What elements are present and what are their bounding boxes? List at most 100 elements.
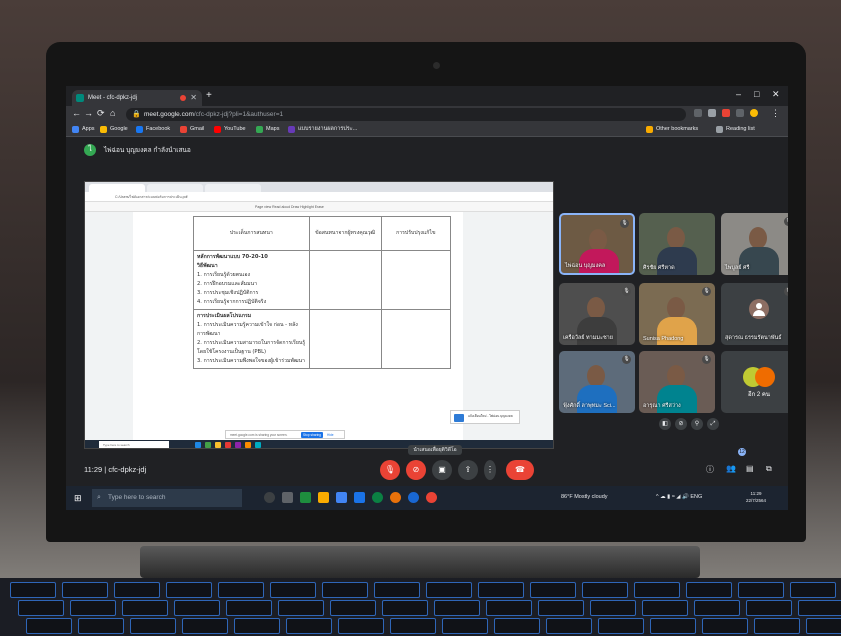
puzzle-icon[interactable] — [736, 109, 744, 117]
bookmark-google[interactable]: Google — [100, 125, 128, 134]
edge-icon[interactable] — [372, 492, 383, 503]
participant-tile[interactable]: 🎙 ไพ่ฉ่อน บุญมงคล — [559, 213, 635, 275]
keyboard-key — [806, 618, 841, 634]
address-bar[interactable]: 🔒 meet.google.com/cfc-dpkz-jdj?pli=1&aut… — [126, 108, 686, 121]
evaluation-table: ประเด็นการสนทนา ข้อสนทนาจากผู้ทรงคุณวุฒิ… — [193, 216, 452, 369]
windows-start-icon[interactable]: ⊞ — [74, 493, 84, 503]
bookmark-apps[interactable]: Apps — [72, 125, 95, 134]
file-explorer-icon[interactable] — [282, 492, 293, 503]
reading-list[interactable]: Reading list — [716, 125, 755, 134]
profile-avatar[interactable] — [750, 109, 758, 117]
minimize-button[interactable]: – — [736, 89, 741, 99]
bookmark-label: Google — [110, 126, 128, 132]
close-window-button[interactable]: ✕ — [772, 89, 780, 100]
participant-head — [749, 227, 767, 249]
browser-toolbar: ← → ⟳ ⌂ 🔒 meet.google.com/cfc-dpkz-jdj?p… — [66, 106, 788, 123]
other-bookmarks[interactable]: Other bookmarks — [646, 125, 698, 134]
stop-sharing-button: Stop sharing — [301, 432, 323, 438]
table-cell — [380, 250, 452, 310]
people-icon[interactable]: 👥 — [726, 464, 736, 473]
extension-icon[interactable] — [722, 109, 730, 117]
keyboard-key — [486, 600, 532, 616]
bookmark-youtube[interactable]: YouTube — [214, 125, 246, 134]
participant-tile[interactable]: 🎙 อารุณา ศรีสว่าง — [639, 351, 715, 413]
input-language[interactable]: ENG — [690, 494, 702, 500]
weather-widget[interactable]: 86°F Mostly cloudy — [561, 494, 608, 500]
participant-tile[interactable]: 🎙 Sunisa Phadong — [639, 283, 715, 345]
meet-icon — [76, 94, 84, 102]
app-icon — [205, 442, 211, 448]
bookmark-gmail[interactable]: Gmail — [180, 125, 204, 134]
expand-icon[interactable]: ⤢ — [707, 418, 719, 430]
keyboard-key — [598, 618, 644, 634]
menu-icon[interactable]: ⋮ — [771, 108, 780, 119]
participant-tile[interactable]: ศิรชัย ศรีหาด — [639, 213, 715, 275]
participant-tile[interactable]: 🎙 ไพบูลย์ ศรี — [721, 213, 788, 275]
camera-icon[interactable] — [694, 109, 702, 117]
keyboard-key — [130, 618, 176, 634]
firefox-icon[interactable] — [390, 492, 401, 503]
participant-name: เครือวัลย์ ทามมะชาย — [563, 335, 613, 341]
more-options-button[interactable]: ⋮ — [484, 460, 496, 480]
laptop-hinge — [140, 546, 700, 578]
participant-head — [589, 229, 607, 251]
inner-tab — [147, 184, 203, 192]
bookmark-forms[interactable]: แบบรายงานผลการประ... — [288, 125, 357, 134]
participant-name: Sunisa Phadong — [643, 336, 684, 342]
list-item: 3. การประชุมเชิงปฏิบัติการ — [197, 290, 259, 296]
participant-name: สุดารณ ธรรมรัตนาพันธ์ — [725, 335, 782, 341]
participant-tile[interactable]: 🎙 ฟุ้งศักดิ์ ลาพุทมะ Sci... — [559, 351, 635, 413]
present-button[interactable]: ⇪ — [458, 460, 478, 480]
task-view-icon[interactable] — [264, 492, 275, 503]
bookmark-maps[interactable]: Maps — [256, 125, 279, 134]
bookmark-label: YouTube — [224, 126, 246, 132]
hide-tiles-icon[interactable]: ⊘ — [675, 418, 687, 430]
system-tray: ^ ☁ ▮ ≈ ◢ 🔊 ENG — [656, 494, 703, 500]
back-icon[interactable]: ← — [72, 108, 81, 118]
star-icon[interactable] — [708, 109, 716, 117]
word-icon[interactable] — [354, 492, 365, 503]
mic-off-icon: 🎙 — [620, 219, 629, 228]
participant-tile[interactable]: 🎙 สุดารณ ธรรมรัตนาพันธ์ — [721, 283, 788, 345]
table-cell — [308, 250, 382, 310]
participant-head — [667, 365, 685, 387]
more-participants-tile[interactable]: อีก 2 คน — [721, 351, 788, 413]
keyboard-key — [278, 600, 324, 616]
apps-grid-icon — [72, 126, 79, 133]
app-icon — [215, 442, 221, 448]
section-title: การประเมินผลโปรแกรม — [197, 313, 252, 319]
keyboard-key — [686, 582, 732, 598]
app-icon — [235, 442, 241, 448]
forward-icon[interactable]: → — [84, 108, 93, 118]
excel-icon[interactable] — [300, 492, 311, 503]
bookmark-facebook[interactable]: Facebook — [136, 125, 170, 134]
folder-icon[interactable] — [318, 492, 329, 503]
camera-off-button[interactable]: ⊘ — [406, 460, 426, 480]
presenter-text: ไพ่ฉ่อน บุญมงคล กำลังนำเสนอ — [104, 147, 191, 154]
activities-icon[interactable]: ⧉ — [766, 464, 772, 474]
mic-off-button[interactable]: 🎙 — [380, 460, 400, 480]
chat-icon[interactable]: ▤ — [746, 464, 754, 473]
home-icon[interactable]: ⌂ — [110, 108, 115, 118]
layout-icon[interactable]: ◧ — [659, 418, 671, 430]
settings-icon[interactable] — [336, 492, 347, 503]
chrome-alt-icon[interactable] — [408, 492, 419, 503]
pin-icon[interactable]: ⚲ — [691, 418, 703, 430]
taskbar-clock[interactable]: 11:29 22/7/2564 — [746, 490, 766, 504]
captions-button[interactable]: ▣ — [432, 460, 452, 480]
participant-tile[interactable]: 🎙 เครือวัลย์ ทามมะชาย — [559, 283, 635, 345]
close-icon[interactable]: ✕ — [190, 90, 197, 106]
reload-icon[interactable]: ⟳ — [97, 108, 105, 119]
keyboard-key — [390, 618, 436, 634]
mic-off-icon: 🎙 — [622, 287, 631, 296]
info-icon[interactable]: ⓘ — [706, 464, 714, 475]
tab-meet[interactable]: Meet - cfc-dpkz-jdj ✕ — [72, 90, 202, 106]
maximize-button[interactable]: □ — [754, 89, 759, 99]
new-tab-icon[interactable]: + — [206, 90, 212, 101]
search-input[interactable]: ⌕ Type here to search — [92, 489, 242, 507]
participant-name: ไพ่ฉ่อน บุญมงคล — [565, 263, 606, 269]
chrome-icon[interactable] — [426, 492, 437, 503]
participant-name: อารุณา ศรีสว่าง — [643, 403, 681, 409]
keyboard-key — [26, 618, 72, 634]
leave-call-button[interactable]: ☎ — [506, 460, 534, 480]
